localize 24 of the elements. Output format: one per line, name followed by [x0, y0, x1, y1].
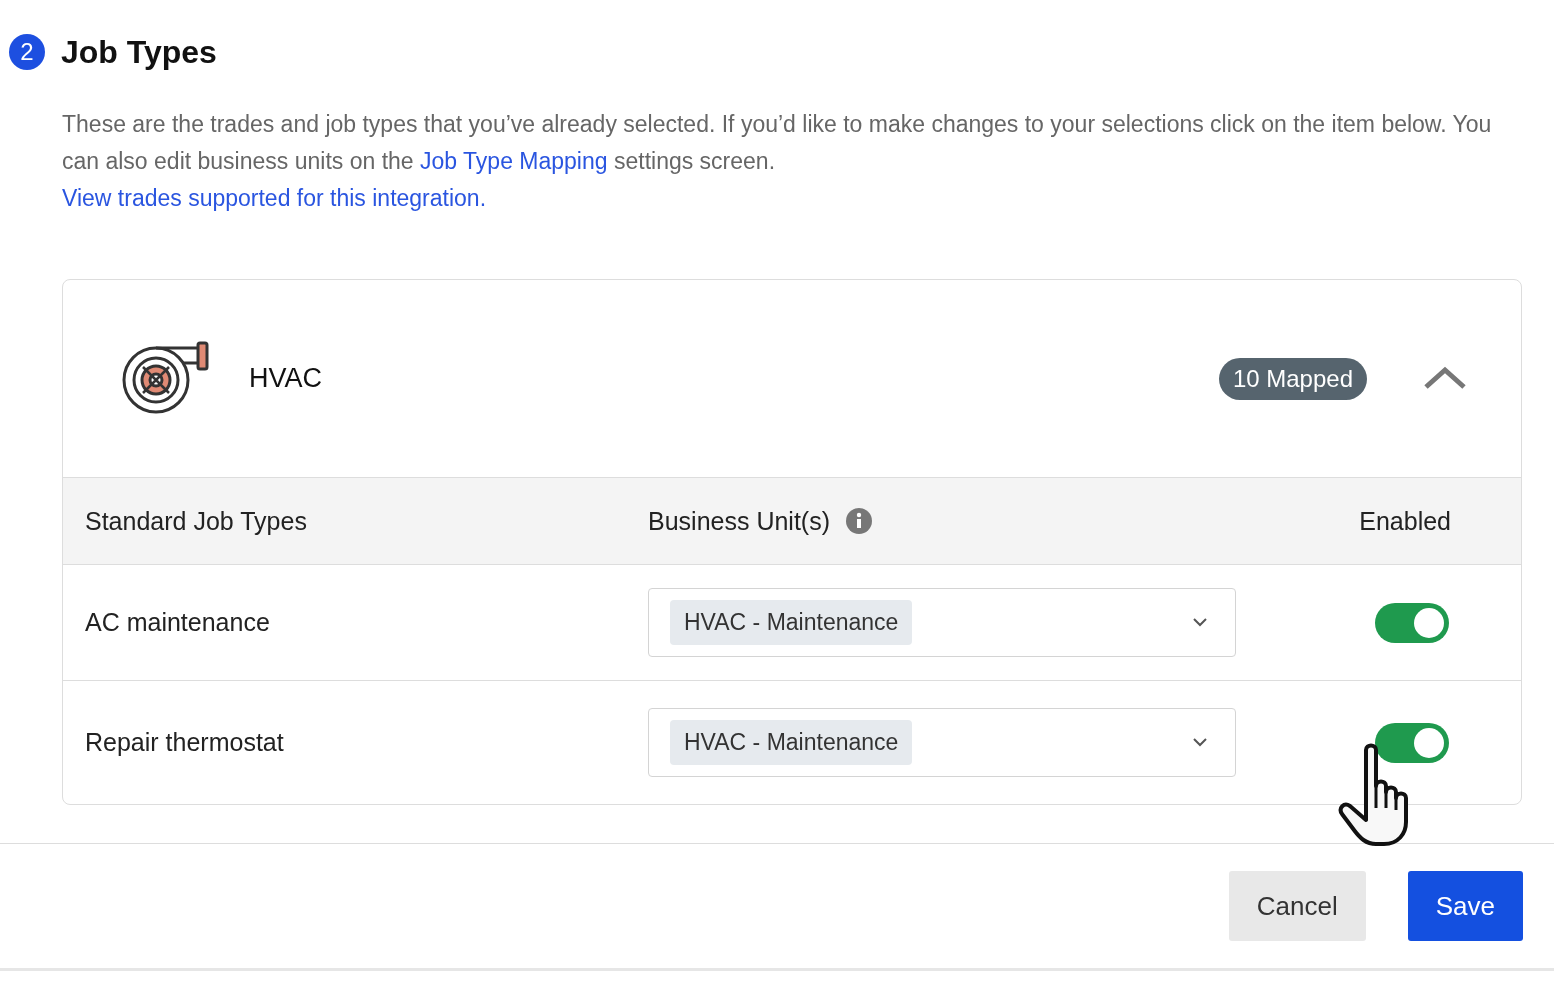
description-text: These are the trades and job types that you’ve already selected. If you’d like to make changes to your selections click on the item below. You can also edit business units on the Job Type Mapping settings screen.	[62, 110, 1492, 176]
job-type-name: AC maintenance	[84, 608, 271, 637]
chevron-up-icon[interactable]	[1423, 366, 1467, 391]
trades-link[interactable]: View trades supported for this integration.	[62, 180, 487, 217]
column-header: Business Unit(s)	[648, 506, 830, 536]
chevron-down-icon	[1193, 738, 1207, 747]
enabled-toggle[interactable]	[1375, 722, 1449, 763]
trade-name: HVAC	[249, 363, 323, 394]
business-unit-tag: HVAC - Maintenance	[670, 600, 913, 645]
step-number-badge: 2	[9, 34, 45, 70]
job-type-name: Repair thermostat	[84, 728, 285, 757]
chevron-down-icon	[1193, 618, 1207, 627]
section-title: Job Types	[61, 33, 217, 71]
business-unit-select[interactable]: HVAC - Maintenance	[648, 588, 1236, 657]
column-header: Standard Job Types	[84, 506, 308, 536]
business-unit-select[interactable]: HVAC - Maintenance	[648, 708, 1236, 777]
column-header: Enabled	[1359, 506, 1451, 536]
business-unit-tag: HVAC - Maintenance	[670, 720, 913, 765]
job-type-mapping-link[interactable]: Job Type Mapping	[420, 148, 608, 174]
mapped-count-badge: 10 Mapped	[1218, 357, 1367, 400]
save-button[interactable]: Save	[1407, 871, 1523, 941]
enabled-toggle[interactable]	[1375, 602, 1449, 643]
info-icon[interactable]	[846, 508, 872, 534]
cancel-button[interactable]: Cancel	[1228, 871, 1366, 941]
